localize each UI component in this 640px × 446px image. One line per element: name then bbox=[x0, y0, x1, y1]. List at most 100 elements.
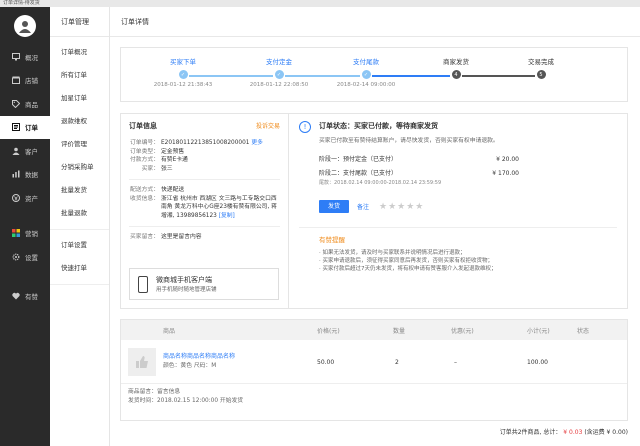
ship-time: 发货时间：2018.02.15 12:00:00 开始发货 bbox=[128, 398, 244, 404]
subnav-title: 订单管理 bbox=[50, 7, 109, 37]
sidebar-item-label: 商品 bbox=[25, 100, 38, 109]
field-value: E20180112213851008200001 更多 bbox=[161, 140, 263, 146]
step-name: 买家下单 bbox=[170, 58, 196, 66]
sidebar-item-2[interactable]: 商品 bbox=[0, 92, 50, 116]
secondary-nav: 订单管理 订单概况 所有订单 加星订单 退款维权 评价管理 分销采购单 批量发货 批量退款订单… bbox=[50, 7, 110, 446]
promo-title: 微商城手机客户端 bbox=[156, 276, 212, 284]
avatar[interactable] bbox=[14, 15, 36, 37]
stage-two-note: 尾款：2018.02.14 09:00:00-2018.02.14 23:59:… bbox=[319, 180, 442, 186]
step-time: 2018-01-12 22:08:50 bbox=[249, 82, 309, 88]
order-panel: 订单信息 投诉交易 订单编号： E20180112213851008200001 … bbox=[120, 113, 628, 309]
promo-subtitle: 用手机随时随地管理店铺 bbox=[156, 287, 217, 293]
sidebar-item-label: 数据 bbox=[25, 171, 38, 180]
product-attrs: 颜色：黄色 尺码：M bbox=[163, 363, 217, 369]
header-subtotal: 小计(元) bbox=[527, 328, 550, 335]
step-name: 支付尾款 bbox=[353, 58, 379, 66]
star-rating[interactable]: ★★★★★ bbox=[379, 202, 424, 212]
sidebar-item-1[interactable]: 店铺 bbox=[0, 69, 50, 93]
table-row: 商品名称商品名称商品名称 颜色：黄色 尺码：M 50.00 2 – 100.00 bbox=[121, 340, 627, 384]
tag-icon bbox=[12, 99, 21, 108]
order-field: 付款方式： 有赞E卡通 bbox=[129, 156, 280, 165]
order-status: ! 订单状态：买家已付款，等待商家发货 买家已付款至有赞待结算账户，请尽快发货，… bbox=[289, 114, 627, 308]
goods-table-header: 商品 价格(元) 数量 优惠(元) 小计(元) 状态 bbox=[121, 320, 627, 340]
sidebar-item-label: 营销 bbox=[25, 230, 38, 239]
sidebar-item-8[interactable]: 设置 bbox=[0, 245, 50, 269]
field-value: 浙江省 杭州市 西湖区 文三路与工专路交口西南角 黄龙万科中心G座23楼有赞有限… bbox=[161, 195, 277, 219]
product-name-link[interactable]: 商品名称商品名称商品名称 bbox=[163, 351, 235, 360]
step-name: 支付定金 bbox=[266, 58, 292, 66]
thumbs-up-icon bbox=[136, 356, 148, 368]
tips-title: 有赞提醒 bbox=[319, 236, 345, 244]
money-icon bbox=[12, 193, 20, 202]
mobile-client-promo[interactable]: 微商城手机客户端 用手机随时随地管理店铺 bbox=[129, 268, 279, 300]
progress-step: 支付定金 ✓ 2018-01-12 22:08:50 bbox=[239, 56, 319, 88]
product-discount: – bbox=[454, 359, 457, 366]
page-title: 订单详情 bbox=[110, 7, 640, 37]
heart-icon bbox=[12, 292, 20, 300]
phone-icon bbox=[138, 275, 148, 293]
chart-icon bbox=[12, 170, 20, 178]
subnav-item[interactable]: 订单设置 bbox=[50, 234, 109, 257]
sidebar-item-label: 店铺 bbox=[25, 77, 38, 86]
user-icon bbox=[12, 147, 20, 155]
sidebar-item-label: 客户 bbox=[25, 147, 38, 156]
subnav-item[interactable]: 评价管理 bbox=[50, 133, 109, 156]
order-total: 订单共2件商品, 总计： ¥ 0.03 (含运费 ¥ 0.00) bbox=[500, 427, 628, 436]
product-message: 商品留言：留言信息 bbox=[128, 389, 181, 395]
subnav-item[interactable]: 快速打单 bbox=[50, 257, 109, 280]
subnav-item[interactable]: 加星订单 bbox=[50, 87, 109, 110]
order-info: 订单信息 投诉交易 订单编号： E20180112213851008200001 … bbox=[121, 114, 289, 308]
tip-line: · 买家申请退款后，须征得买家同意后再发货，否则买家有权拒收货物； bbox=[319, 258, 493, 264]
order-field: 买家留言： 这里是留言内容 bbox=[129, 233, 280, 242]
field-label: 配送方式： bbox=[130, 187, 159, 193]
order-field: 订单编号： E20180112213851008200001 更多 bbox=[129, 139, 280, 148]
complain-link[interactable]: 投诉交易 bbox=[256, 121, 280, 130]
field-label: 收货信息： bbox=[130, 195, 159, 202]
field-label: 买家留言： bbox=[130, 234, 159, 240]
stage-two: 阶段二：支付尾款（已支付） ¥ 170.00 bbox=[319, 168, 519, 180]
sidebar-item-0[interactable]: 概况 bbox=[0, 45, 50, 69]
store-icon bbox=[12, 76, 20, 85]
tip-line: · 如果无法发货，请及时与买家联系并说明情况后进行退款； bbox=[319, 250, 466, 256]
step-time: 2018-01-12 21:38:43 bbox=[153, 82, 213, 88]
subnav-item[interactable]: 分销采购单 bbox=[50, 156, 109, 179]
order-field: 配送方式： 快递配送 bbox=[129, 186, 280, 195]
stage-one: 阶段一：预付定金（已支付） ¥ 20.00 bbox=[319, 154, 519, 166]
header-discount: 优惠(元) bbox=[451, 328, 474, 335]
ship-button[interactable]: 发货 bbox=[319, 200, 349, 213]
sidebar-item-4[interactable]: 客户 bbox=[0, 139, 50, 163]
gear-icon bbox=[12, 253, 20, 261]
field-action-link[interactable]: 更多 bbox=[251, 140, 263, 146]
sidebar-item-7[interactable]: 营销 bbox=[0, 222, 50, 246]
header-price: 价格(元) bbox=[317, 328, 340, 335]
subnav-item[interactable]: 批量退款 bbox=[50, 202, 109, 225]
subnav-item[interactable]: 订单概况 bbox=[50, 41, 109, 64]
field-label: 订单编号： bbox=[130, 140, 159, 146]
sidebar-item-9[interactable]: 有赞 bbox=[0, 285, 50, 309]
goods-table: 商品 价格(元) 数量 优惠(元) 小计(元) 状态 商品名称商品名称商品名称 … bbox=[120, 319, 628, 421]
subnav-item[interactable]: 批量发货 bbox=[50, 179, 109, 202]
stage-one-amount: ¥ 20.00 bbox=[496, 156, 519, 163]
subnav-item[interactable]: 退款维权 bbox=[50, 110, 109, 133]
check-icon: ✓ bbox=[178, 70, 188, 79]
header-product: 商品 bbox=[163, 328, 176, 335]
sidebar-item-label: 有赞 bbox=[25, 293, 38, 302]
product-thumbnail[interactable] bbox=[128, 348, 156, 376]
user-avatar-icon bbox=[19, 21, 31, 33]
sidebar-item-5[interactable]: 数据 bbox=[0, 163, 50, 187]
field-value: 定金预售 bbox=[161, 148, 185, 155]
order-info-title: 订单信息 bbox=[129, 122, 157, 130]
total-amount: ¥ 0.03 bbox=[563, 429, 583, 436]
sidebar-item-3[interactable]: 订单 bbox=[0, 115, 50, 139]
grid-icon bbox=[12, 229, 20, 238]
stage-one-label: 阶段一：预付定金（已支付） bbox=[319, 156, 398, 163]
product-qty: 2 bbox=[395, 359, 399, 366]
list-icon bbox=[12, 123, 20, 132]
status-title: 订单状态：买家已付款，等待商家发货 bbox=[319, 122, 438, 130]
field-action-link[interactable]: [复制] bbox=[219, 213, 235, 219]
subnav-item[interactable]: 所有订单 bbox=[50, 64, 109, 87]
field-label: 买家： bbox=[141, 165, 159, 172]
primary-sidebar: 概况店铺商品订单客户数据资产营销设置有赞 bbox=[0, 7, 50, 446]
sidebar-item-6[interactable]: 资产 bbox=[0, 186, 50, 210]
remark-link[interactable]: 备注 bbox=[357, 202, 369, 211]
